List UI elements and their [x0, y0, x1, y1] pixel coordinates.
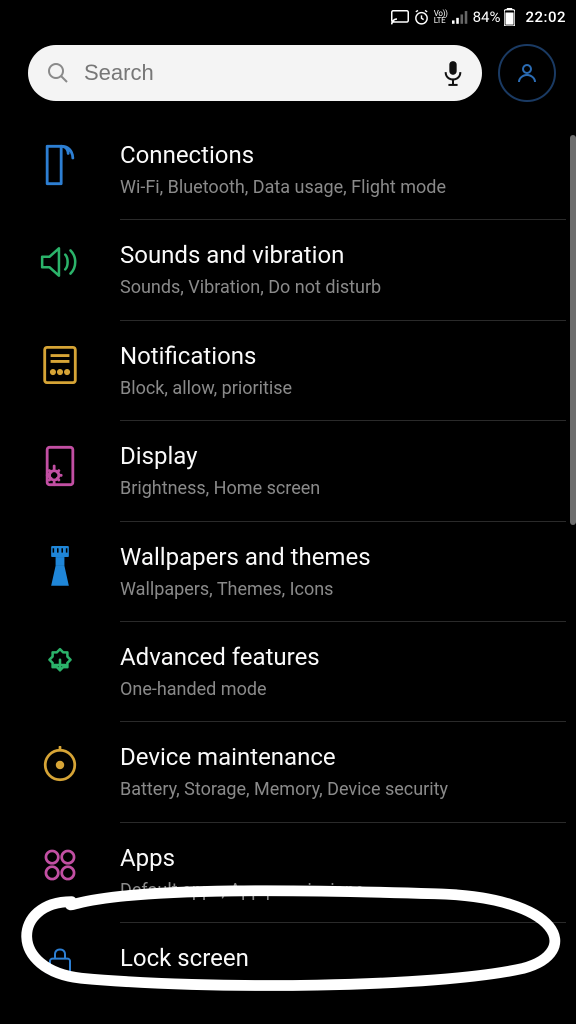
row-sub: One-handed mode — [120, 678, 550, 701]
connections-icon — [42, 144, 78, 186]
alarm-icon — [413, 9, 430, 26]
row-title: Display — [120, 441, 550, 471]
display-icon — [42, 445, 78, 487]
row-lock-screen[interactable]: Lock screen — [0, 923, 576, 977]
row-title: Sounds and vibration — [120, 240, 550, 270]
row-title: Advanced features — [120, 642, 550, 672]
row-title: Connections — [120, 140, 550, 170]
row-sub: Default apps, App permissions — [120, 879, 550, 902]
row-sub: Sounds, Vibration, Do not disturb — [120, 276, 550, 299]
row-wallpapers[interactable]: Wallpapers and themes Wallpapers, Themes… — [0, 522, 576, 621]
apps-icon — [42, 847, 78, 883]
row-title: Lock screen — [120, 943, 550, 973]
row-connections[interactable]: Connections Wi-Fi, Bluetooth, Data usage… — [0, 120, 576, 219]
row-title: Device maintenance — [120, 742, 550, 772]
row-display[interactable]: Display Brightness, Home screen — [0, 421, 576, 520]
lock-icon — [43, 947, 77, 977]
search-input[interactable] — [82, 59, 430, 87]
signal-icon — [452, 10, 469, 24]
cast-icon — [391, 10, 409, 25]
battery-icon — [504, 8, 515, 26]
row-sub: Brightness, Home screen — [120, 477, 550, 500]
battery-percent: 84% — [473, 8, 501, 26]
row-sub: Wallpapers, Themes, Icons — [120, 578, 550, 601]
profile-button[interactable] — [498, 44, 556, 102]
notifications-icon — [42, 345, 78, 385]
voice-icon[interactable] — [442, 60, 464, 86]
volte-icon: Vo))LTE — [434, 10, 448, 24]
row-sub: Block, allow, prioritise — [120, 377, 550, 400]
row-title: Wallpapers and themes — [120, 542, 550, 572]
scrollbar[interactable] — [570, 135, 576, 525]
row-notifications[interactable]: Notifications Block, allow, prioritise — [0, 321, 576, 420]
sounds-icon — [39, 244, 81, 280]
row-title: Apps — [120, 843, 550, 873]
row-apps[interactable]: Apps Default apps, App permissions — [0, 823, 576, 922]
row-sub: Battery, Storage, Memory, Device securit… — [120, 778, 550, 801]
row-advanced[interactable]: Advanced features One-handed mode — [0, 622, 576, 721]
clock-text: 22:02 — [525, 8, 566, 26]
settings-list: Connections Wi-Fi, Bluetooth, Data usage… — [0, 120, 576, 977]
advanced-icon — [41, 646, 79, 684]
row-sub: Wi-Fi, Bluetooth, Data usage, Flight mod… — [120, 176, 550, 199]
wallpapers-icon — [45, 546, 75, 588]
status-bar: Vo))LTE 84% 22:02 — [0, 0, 576, 32]
device-maintenance-icon — [41, 746, 79, 784]
row-title: Notifications — [120, 341, 550, 371]
row-device-maintenance[interactable]: Device maintenance Battery, Storage, Mem… — [0, 722, 576, 821]
row-sounds[interactable]: Sounds and vibration Sounds, Vibration, … — [0, 220, 576, 319]
search-bar[interactable] — [28, 45, 482, 101]
search-icon — [46, 61, 70, 85]
